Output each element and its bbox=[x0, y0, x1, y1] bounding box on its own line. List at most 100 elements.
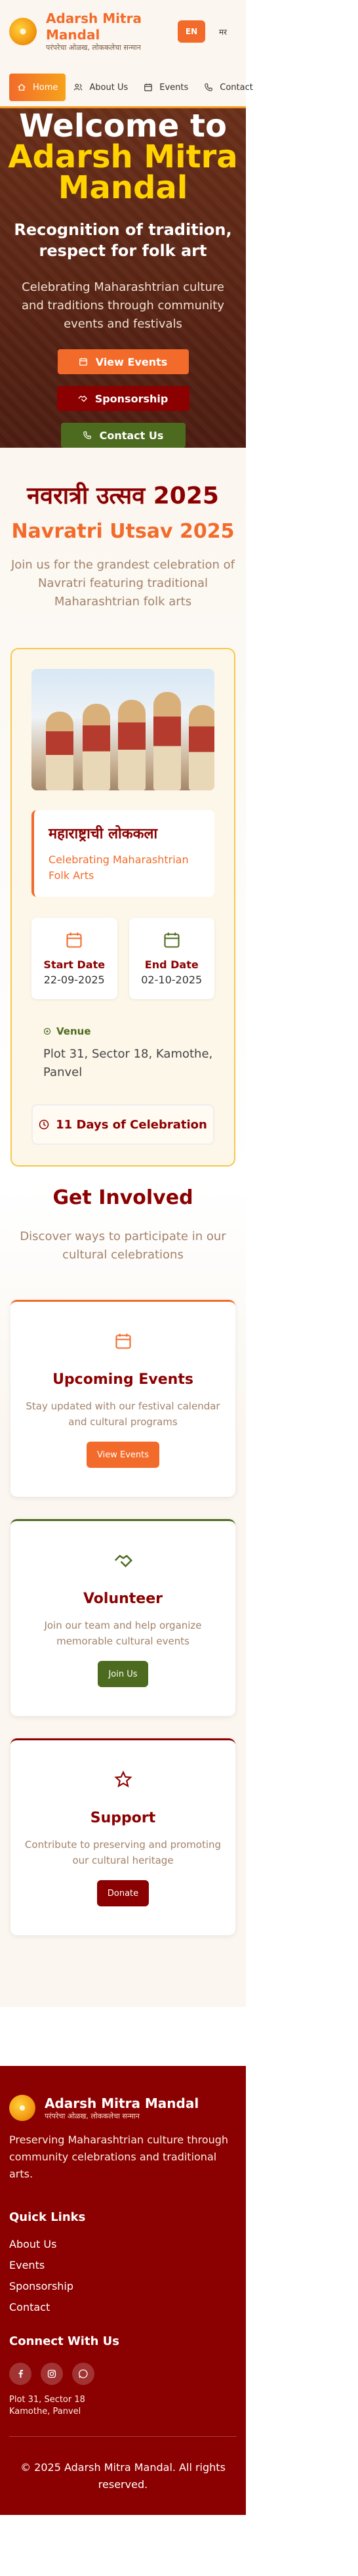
facebook-icon bbox=[18, 2370, 23, 2378]
folk-art-subtitle: Celebrating Maharashtrian Folk Arts bbox=[49, 853, 189, 882]
location-pin-icon bbox=[43, 1027, 51, 1035]
whatsapp-link[interactable] bbox=[72, 2363, 94, 2385]
users-icon bbox=[74, 83, 83, 91]
festival-card: महाराष्ट्राची लोककला Celebrating Maharas… bbox=[10, 648, 235, 1167]
view-events-card-button[interactable]: View Events bbox=[87, 1442, 159, 1468]
handshake-icon bbox=[78, 395, 87, 402]
support-desc: Contribute to preserving and promoting o… bbox=[24, 1839, 222, 1866]
artist-figure bbox=[189, 705, 214, 790]
end-date-box: End Date 02-10-2025 bbox=[129, 918, 214, 999]
get-involved-section: Get Involved Discover ways to participat… bbox=[0, 1186, 246, 2007]
nav-events-label: Events bbox=[159, 82, 189, 93]
sponsorship-button[interactable]: Sponsorship bbox=[56, 386, 189, 411]
festival-section: नवरात्री उत्सव 2025 Navratri Utsav 2025 … bbox=[0, 448, 246, 1186]
home-icon bbox=[18, 83, 26, 91]
brand-name[interactable]: Adarsh Mitra Mandal bbox=[46, 11, 164, 43]
lang-en-button[interactable]: EN bbox=[178, 20, 205, 43]
site-header: Adarsh Mitra Mandal परंपरेचा ओळख, लोककले… bbox=[0, 0, 253, 106]
sun-icon bbox=[20, 2105, 25, 2111]
footer-link-contact[interactable]: Contact bbox=[9, 2300, 237, 2315]
venue-label-row: Venue bbox=[43, 1025, 214, 1037]
nav-about[interactable]: About Us bbox=[66, 74, 136, 101]
hero-subtitle: Recognition of tradition, respect for fo… bbox=[14, 221, 232, 260]
festival-title-marathi: नवरात्री उत्सव 2025 bbox=[27, 483, 219, 509]
footer-brand: Adarsh Mitra Mandal परंपरेचा ओळख, लोककले… bbox=[9, 2095, 237, 2121]
calendar-icon bbox=[164, 932, 180, 948]
calendar-icon bbox=[79, 358, 87, 366]
language-switcher: EN मर bbox=[178, 20, 237, 43]
artist-figure bbox=[118, 700, 146, 790]
site-footer: Adarsh Mitra Mandal परंपरेचा ओळख, लोककले… bbox=[0, 2066, 246, 2515]
calendar-icon bbox=[144, 83, 153, 91]
venue-address: Plot 31, Sector 18, Kamothe, Panvel bbox=[43, 1047, 213, 1079]
view-events-button[interactable]: View Events bbox=[57, 349, 189, 374]
donate-button[interactable]: Donate bbox=[96, 1880, 149, 1906]
folk-art-heading-box: महाराष्ट्राची लोककला Celebrating Maharas… bbox=[31, 810, 214, 897]
join-us-button[interactable]: Join Us bbox=[98, 1661, 148, 1687]
main-nav: Home About Us Events Contact bbox=[9, 74, 253, 101]
logo[interactable] bbox=[9, 18, 37, 45]
footer-divider bbox=[9, 2436, 237, 2437]
nav-about-label: About Us bbox=[89, 82, 129, 93]
hero-title-line2: Adarsh Mitra Mandal bbox=[8, 139, 238, 206]
venue-label: Venue bbox=[56, 1025, 91, 1037]
connect-title: Connect With Us bbox=[9, 2334, 119, 2348]
footer-brand-name: Adarsh Mitra Mandal bbox=[45, 2095, 199, 2111]
contact-us-button[interactable]: Contact Us bbox=[60, 423, 186, 448]
calendar-icon bbox=[115, 1333, 131, 1349]
footer-link-sponsorship[interactable]: Sponsorship bbox=[9, 2279, 237, 2294]
start-date-value: 22-09-2025 bbox=[43, 974, 105, 986]
sponsorship-label: Sponsorship bbox=[94, 392, 169, 405]
festival-dates: Start Date 22-09-2025 End Date 02-10-202… bbox=[31, 918, 214, 999]
phone-icon bbox=[83, 431, 91, 439]
brand-tagline: परंपरेचा ओळख, लोककलेचा सन्मान bbox=[46, 43, 141, 52]
social-links bbox=[9, 2363, 237, 2385]
nav-home-label: Home bbox=[33, 82, 58, 93]
quick-links: About Us Events Sponsorship Contact bbox=[9, 2237, 237, 2315]
start-date-box: Start Date 22-09-2025 bbox=[31, 918, 117, 999]
brand-text: Adarsh Mitra Mandal परंपरेचा ओळख, लोककले… bbox=[46, 11, 164, 53]
calendar-icon bbox=[66, 932, 82, 948]
nav-events[interactable]: Events bbox=[136, 74, 196, 101]
nav-contact[interactable]: Contact bbox=[196, 74, 261, 101]
instagram-link[interactable] bbox=[41, 2363, 63, 2385]
hero-description: Celebrating Maharashtrian culture and tr… bbox=[21, 280, 225, 331]
artist-figure bbox=[46, 712, 73, 790]
end-date-value: 02-10-2025 bbox=[141, 974, 203, 986]
lang-mr-button[interactable]: मर bbox=[209, 20, 237, 43]
upcoming-events-title: Upcoming Events bbox=[52, 1371, 193, 1388]
hero-buttons: View Events Sponsorship Contact Us bbox=[0, 349, 246, 448]
sun-icon bbox=[20, 28, 26, 35]
phone-icon bbox=[205, 83, 213, 91]
end-date-label: End Date bbox=[144, 958, 199, 971]
get-involved-title: Get Involved bbox=[52, 1186, 193, 1209]
start-date-label: Start Date bbox=[43, 958, 106, 971]
clock-icon bbox=[39, 1119, 49, 1130]
footer-logo bbox=[9, 2095, 35, 2121]
footer-link-about[interactable]: About Us bbox=[9, 2237, 237, 2252]
venue-block: Venue Plot 31, Sector 18, Kamothe, Panve… bbox=[31, 1025, 214, 1082]
nav-home[interactable]: Home bbox=[9, 74, 66, 101]
footer-about: Preserving Maharashtrian culture through… bbox=[9, 2134, 229, 2180]
upcoming-events-desc: Stay updated with our festival calendar … bbox=[26, 1400, 220, 1428]
facebook-link[interactable] bbox=[9, 2363, 31, 2385]
artist-figure bbox=[83, 704, 110, 790]
mobile-viewport: Adarsh Mitra Mandal परंपरेचा ओळख, लोककले… bbox=[0, 0, 253, 2515]
volunteer-title: Volunteer bbox=[83, 1591, 163, 1607]
get-involved-description: Discover ways to participate in our cult… bbox=[20, 1230, 226, 1262]
hero-title-line1: Welcome to bbox=[19, 108, 227, 144]
copyright: © 2025 Adarsh Mitra Mandal. All rights r… bbox=[20, 2461, 226, 2491]
celebration-days-badge: 11 Days of Celebration bbox=[31, 1104, 214, 1145]
brand-row: Adarsh Mitra Mandal परंपरेचा ओळख, लोककले… bbox=[9, 11, 237, 53]
hero-section: Welcome to Adarsh Mitra Mandal Recogniti… bbox=[0, 106, 246, 448]
support-card: Support Contribute to preserving and pro… bbox=[10, 1738, 235, 1935]
volunteer-desc: Join our team and help organize memorabl… bbox=[44, 1620, 202, 1647]
contact-us-label: Contact Us bbox=[99, 429, 164, 442]
footer-link-events[interactable]: Events bbox=[9, 2258, 237, 2273]
nav-contact-label: Contact bbox=[220, 82, 253, 93]
footer-address-line2: Kamothe, Panvel bbox=[9, 2407, 81, 2416]
quick-links-title: Quick Links bbox=[9, 2210, 86, 2224]
festival-title: Navratri Utsav 2025 bbox=[11, 520, 235, 543]
artist-figure bbox=[153, 692, 181, 790]
celebration-days-label: 11 Days of Celebration bbox=[56, 1117, 207, 1132]
